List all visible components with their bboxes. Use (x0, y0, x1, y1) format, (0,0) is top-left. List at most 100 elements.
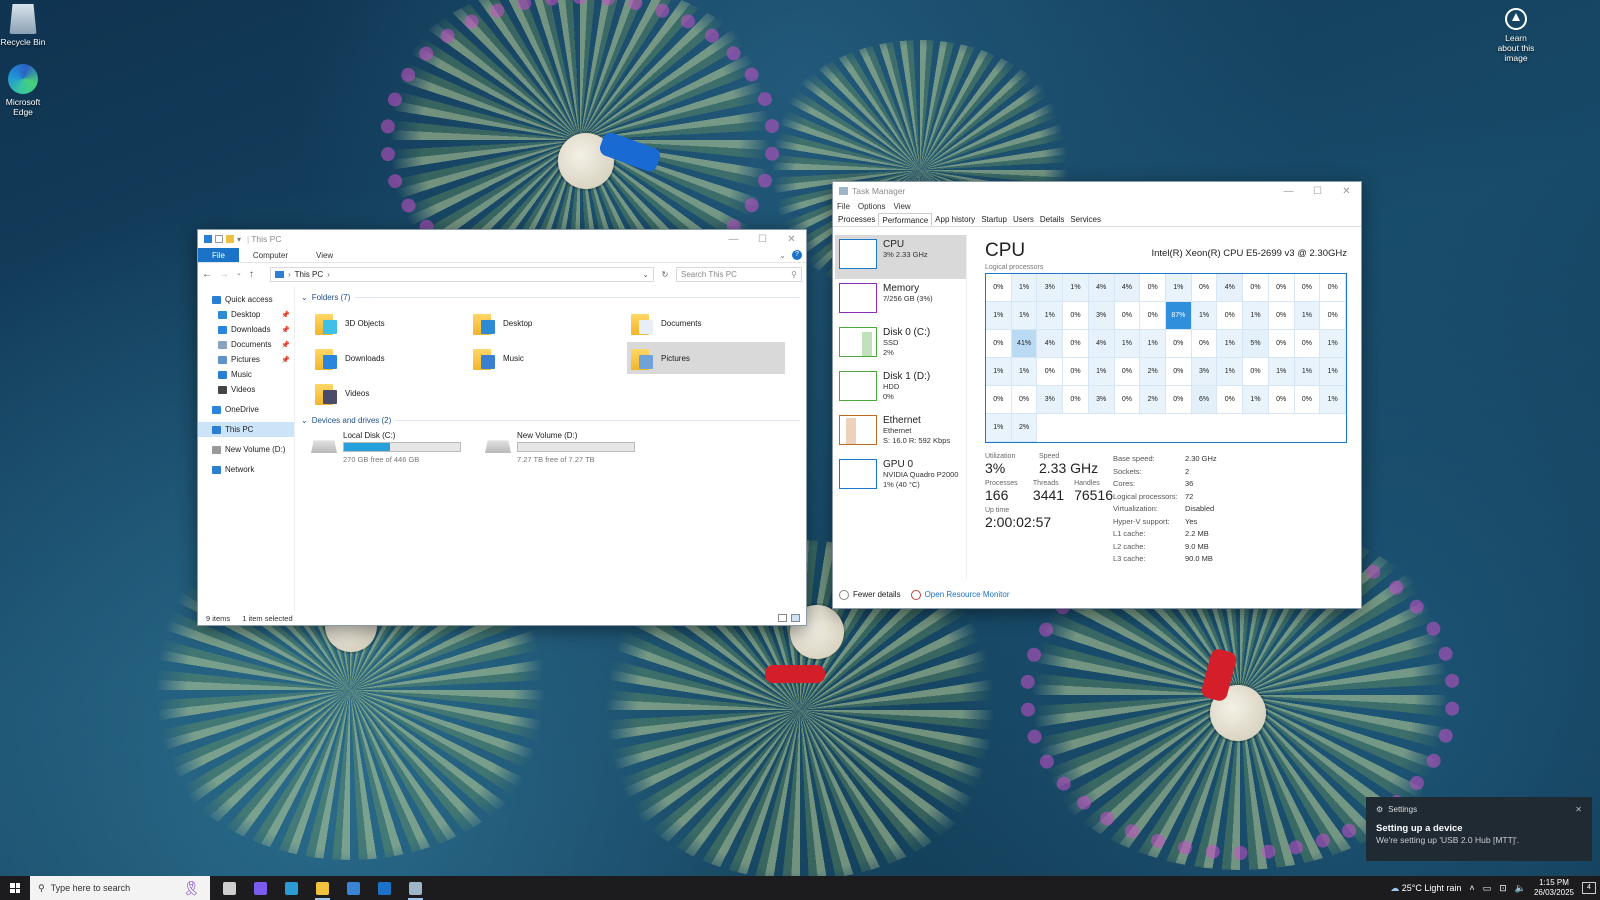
expand-ribbon-icon[interactable]: ⌄ (779, 251, 786, 260)
new-folder-icon[interactable] (226, 235, 234, 243)
large-icons-view-icon[interactable] (791, 614, 800, 622)
nav-item-desktop[interactable]: Desktop 📌 (198, 307, 294, 322)
minimize-button[interactable]: — (719, 230, 748, 248)
close-button[interactable]: ✕ (1332, 182, 1361, 200)
resource-memory[interactable]: Memory 7/256 GB (3%) (835, 279, 966, 323)
chevron-down-icon[interactable]: ▾ (237, 235, 241, 244)
nav-item-music[interactable]: Music (198, 367, 294, 382)
battery-icon[interactable]: ▭ (1483, 883, 1492, 894)
task-view-taskbar-button[interactable] (214, 876, 245, 900)
search-input[interactable]: Search This PC ⚲ (676, 266, 802, 282)
spec-key: L3 cache: (1113, 554, 1146, 563)
menu-file[interactable]: File (837, 202, 850, 211)
up-icon[interactable]: ↑ (249, 269, 254, 280)
taskmgr-titlebar[interactable]: Task Manager — ☐ ✕ (833, 182, 1361, 200)
network-icon[interactable]: ⊡ (1499, 883, 1507, 894)
tab-startup[interactable]: Startup (978, 213, 1010, 226)
folder-3d-objects[interactable]: 3D Objects (311, 307, 469, 339)
minimize-button[interactable]: — (1274, 182, 1303, 200)
resource-disk-1-d[interactable]: Disk 1 (D:) HDD 0% (835, 367, 966, 411)
notification-toast[interactable]: ⚙ Settings ✕ Setting up a device We're s… (1366, 797, 1592, 861)
maximize-button[interactable]: ☐ (1303, 182, 1332, 200)
nav-item-pictures[interactable]: Pictures 📌 (198, 352, 294, 367)
menu-view[interactable]: View (893, 202, 910, 211)
tab-performance[interactable]: Performance (878, 213, 933, 226)
nav-item-onedrive[interactable]: OneDrive (198, 402, 294, 417)
edge-taskbar-button[interactable] (276, 876, 307, 900)
drive-free-space: 7.27 TB free of 7.27 TB (517, 455, 595, 464)
recent-locations-icon[interactable]: ⌄ (236, 269, 242, 280)
folder-pictures[interactable]: Pictures (627, 342, 785, 374)
spec-key: L1 cache: (1113, 529, 1146, 538)
outlook-taskbar-button[interactable] (369, 876, 400, 900)
notification-center-icon[interactable]: 4 (1582, 882, 1596, 894)
chevron-down-icon: ⌄ (301, 415, 308, 425)
spec-row: L1 cache: 2.2 MB (1113, 528, 1217, 541)
tab-details[interactable]: Details (1037, 213, 1067, 226)
help-icon[interactable]: ? (792, 250, 802, 260)
desktop-icon-learn-about-image[interactable]: Learn about this image (1486, 8, 1546, 63)
chevron-down-icon[interactable]: ⌄ (642, 270, 649, 279)
file-explorer-window[interactable]: ▾ | This PC — ☐ ✕ File Computer View ⌄ ?… (197, 229, 807, 626)
drive-item[interactable]: Local Disk (C:) 270 GB free of 446 GB (311, 431, 461, 464)
resource-ethernet[interactable]: Ethernet Ethernet S: 16.0 R: 592 Kbps (835, 411, 966, 455)
resource-cpu[interactable]: CPU 3% 2.33 GHz (835, 235, 966, 279)
task-manager-window[interactable]: Task Manager — ☐ ✕ File Options View Pro… (832, 181, 1362, 609)
folder-documents[interactable]: Documents (627, 307, 785, 339)
desktop-icon-edge[interactable]: Microsoft Edge (0, 64, 53, 117)
tab-computer[interactable]: Computer (239, 248, 302, 262)
tab-file[interactable]: File (198, 248, 239, 262)
nav-item-documents[interactable]: Documents 📌 (198, 337, 294, 352)
copilot-taskbar-button[interactable] (245, 876, 276, 900)
menu-options[interactable]: Options (858, 202, 886, 211)
maximize-button[interactable]: ☐ (748, 230, 777, 248)
tab-processes[interactable]: Processes (835, 213, 878, 226)
nav-item-downloads[interactable]: Downloads 📌 (198, 322, 294, 337)
properties-icon[interactable] (215, 235, 223, 243)
nav-item-network[interactable]: Network (198, 462, 294, 477)
start-button[interactable] (0, 876, 30, 900)
folder-downloads[interactable]: Downloads (311, 342, 469, 374)
devices-group-header[interactable]: ⌄ Devices and drives (2) (301, 413, 800, 427)
tab-services[interactable]: Services (1067, 213, 1104, 226)
close-icon[interactable]: ✕ (1575, 805, 1582, 814)
desktop-icon-recycle-bin[interactable]: Recycle Bin (0, 4, 53, 47)
back-icon[interactable]: ← (202, 269, 212, 280)
tab-app-history[interactable]: App history (932, 213, 978, 226)
folder-music[interactable]: Music (469, 342, 627, 374)
drive-item[interactable]: New Volume (D:) 7.27 TB free of 7.27 TB (485, 431, 635, 464)
nav-item-videos[interactable]: Videos (198, 382, 294, 397)
volume-icon[interactable]: 🔈 (1515, 883, 1526, 894)
nav-item-label: Downloads (231, 325, 271, 334)
refresh-icon[interactable]: ↻ (658, 270, 672, 279)
folder-videos[interactable]: Videos (311, 377, 469, 409)
taskbar-search-box[interactable]: ⚲ Type here to search 🎗 (30, 876, 210, 900)
file-explorer-taskbar-button[interactable] (307, 876, 338, 900)
weather-widget[interactable]: ☁ 25°C Light rain (1390, 883, 1461, 894)
nav-item-quick-access[interactable]: Quick access (198, 292, 294, 307)
forward-icon[interactable]: → (219, 269, 229, 280)
tab-view[interactable]: View (302, 248, 347, 262)
breadcrumb-this-pc[interactable]: This PC (295, 270, 323, 279)
task-manager-taskbar-button[interactable] (400, 876, 431, 900)
resource-disk-0-c[interactable]: Disk 0 (C:) SSD 2% (835, 323, 966, 367)
resource-gpu-0[interactable]: GPU 0 NVIDIA Quadro P2000 1% (40 °C) (835, 455, 966, 499)
close-button[interactable]: ✕ (777, 230, 806, 248)
details-view-icon[interactable] (778, 614, 787, 622)
address-bar[interactable]: › This PC › ⌄ (270, 266, 654, 282)
open-resource-monitor-link[interactable]: Open Resource Monitor (910, 590, 1010, 600)
explorer-titlebar[interactable]: ▾ | This PC — ☐ ✕ (198, 230, 806, 248)
address-row: ← → ⌄ ↑ › This PC › ⌄ ↻ Search This PC ⚲ (198, 263, 806, 285)
nav-item-this-pc[interactable]: This PC (198, 422, 294, 437)
folders-group-header[interactable]: ⌄ Folders (7) (301, 290, 800, 304)
store-taskbar-button[interactable] (338, 876, 369, 900)
logical-processors-grid[interactable]: 0% 1% 3% 1% 4% 4% 0% 1% 0% 4% 0% 0% 0% 0% 1% 1% 1% 0% 3% 0%… (985, 273, 1347, 443)
folder-icon (315, 311, 339, 335)
tab-users[interactable]: Users (1010, 213, 1037, 226)
clock[interactable]: 1:15 PM 26/03/2025 (1534, 878, 1574, 898)
folder-desktop[interactable]: Desktop (469, 307, 627, 339)
fewer-details-button[interactable]: Fewer details (839, 590, 901, 600)
chevron-up-icon[interactable]: ˄ (1469, 883, 1474, 893)
spec-value: 36 (1185, 479, 1194, 488)
nav-item-new-volume-d[interactable]: New Volume (D:) (198, 442, 294, 457)
